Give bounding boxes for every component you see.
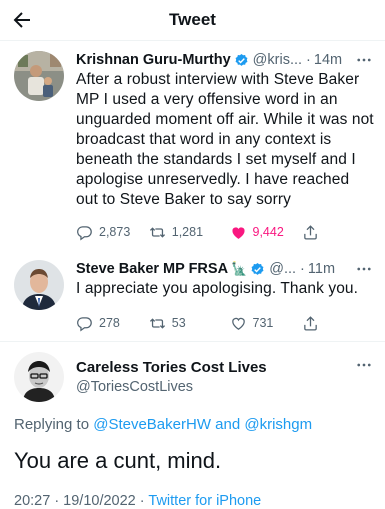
focused-tweet: Careless Tories Cost Lives @ToriesCostLi… (0, 342, 385, 509)
retweet-count: 53 (171, 316, 186, 330)
heart-icon (231, 317, 245, 330)
retweet-icon (149, 226, 165, 238)
tweet-steve-baker[interactable]: Steve Baker MP FRSA 🗽 @... · 11m I appre… (0, 250, 385, 342)
separator-dot: · (306, 52, 311, 68)
tweet-text: After a robust interview with Steve Bake… (76, 71, 374, 208)
author-name[interactable]: Careless Tories Cost Lives (76, 359, 267, 376)
reply-handle-link[interactable]: @krishgm (244, 416, 312, 433)
like-button[interactable]: 9,442 (230, 224, 303, 241)
tweet-time[interactable]: 14m (314, 51, 342, 69)
more-options-icon[interactable] (355, 260, 373, 278)
more-options-icon[interactable] (355, 51, 373, 69)
author-name[interactable]: Krishnan Guru-Murthy (76, 51, 231, 69)
verified-badge-icon (235, 53, 248, 66)
top-bar: Tweet (0, 0, 385, 41)
retweet-button[interactable]: 1,281 (149, 224, 222, 241)
author-handle[interactable]: @ToriesCostLives (76, 379, 267, 395)
tweet-time[interactable]: 11m (308, 260, 335, 278)
page-title: Tweet (169, 10, 216, 29)
replying-to: Replying to @SteveBakerHW and @krishgm (14, 416, 375, 433)
replying-label: Replying to (14, 416, 90, 433)
share-icon (304, 224, 318, 240)
author-handle[interactable]: @kris... (253, 51, 302, 69)
tweet-krishnan[interactable]: Krishnan Guru-Murthy @kris... · 14m Afte… (0, 41, 385, 250)
avatar[interactable] (14, 260, 64, 310)
like-count: 731 (252, 316, 274, 330)
timestamp: 20:27 · 19/10/2022 · (14, 493, 145, 509)
tweet-text: You are a cunt, mind. (14, 448, 222, 473)
source-link[interactable]: Twitter for iPhone (148, 493, 261, 509)
like-count: 9,442 (252, 225, 284, 239)
reply-and-text: and (215, 416, 241, 433)
reply-handle-link[interactable]: @SteveBakerHW (93, 416, 211, 433)
author-name[interactable]: Steve Baker MP FRSA (76, 260, 228, 278)
share-button[interactable] (302, 315, 375, 332)
retweet-count: 1,281 (171, 225, 204, 239)
reply-icon (77, 316, 92, 331)
more-options-icon[interactable] (355, 356, 373, 374)
share-button[interactable] (302, 224, 375, 241)
avatar[interactable] (14, 352, 64, 402)
separator-dot: · (300, 261, 305, 277)
avatar[interactable] (14, 51, 64, 101)
retweet-button[interactable]: 53 (149, 315, 222, 332)
statue-of-liberty-emoji: 🗽 (231, 261, 248, 276)
reply-count: 2,873 (99, 225, 131, 239)
reply-button[interactable]: 2,873 (76, 224, 149, 241)
reply-icon (77, 225, 92, 240)
share-icon (304, 315, 318, 331)
author-handle[interactable]: @... (269, 260, 296, 278)
tweet-text: I appreciate you apologising. Thank you. (76, 280, 359, 297)
like-button[interactable]: 731 (230, 315, 303, 332)
verified-badge-icon (251, 262, 264, 275)
retweet-icon (149, 317, 165, 329)
tweet-meta: 20:27 · 19/10/2022 · Twitter for iPhone (14, 493, 375, 509)
reply-count: 278 (99, 316, 120, 330)
reply-button[interactable]: 278 (76, 315, 149, 332)
heart-filled-icon (231, 226, 245, 239)
